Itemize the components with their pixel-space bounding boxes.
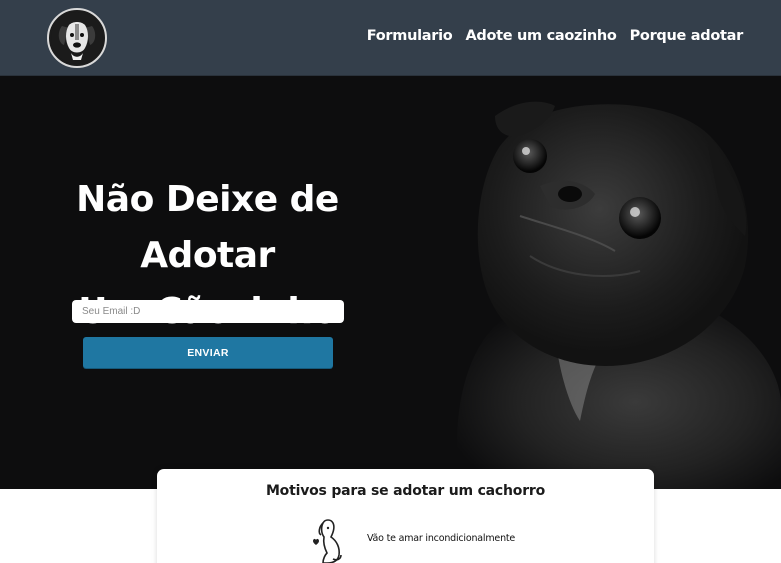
hero-title-line-1: Não Deixe de Adotar — [76, 179, 339, 276]
email-input[interactable] — [72, 300, 344, 323]
nav-link-formulario[interactable]: Formulario — [367, 28, 453, 44]
nav-link-porque-adotar[interactable]: Porque adotar — [630, 28, 744, 44]
dog-heart-icon — [313, 519, 342, 563]
reasons-title: Motivos para se adotar um cachorro — [265, 483, 546, 499]
send-button[interactable]: ENVIAR — [83, 337, 333, 368]
top-navbar: Formulario Adote um caozinho Porque adot… — [0, 0, 781, 76]
pug-photo — [456, 101, 781, 489]
reasons-card: Motivos para se adotar um cachorro Vão t… — [157, 469, 654, 563]
dog-logo[interactable] — [47, 8, 107, 68]
dog-face-icon — [51, 12, 103, 64]
hero-section: Não Deixe de Adotar Um Cãozinho ENVIAR — [0, 76, 781, 489]
reason-text: Vão te amar incondicionalmente — [367, 533, 516, 544]
main-nav: Formulario Adote um caozinho Porque adot… — [367, 28, 744, 44]
nav-link-adote[interactable]: Adote um caozinho — [465, 28, 616, 44]
